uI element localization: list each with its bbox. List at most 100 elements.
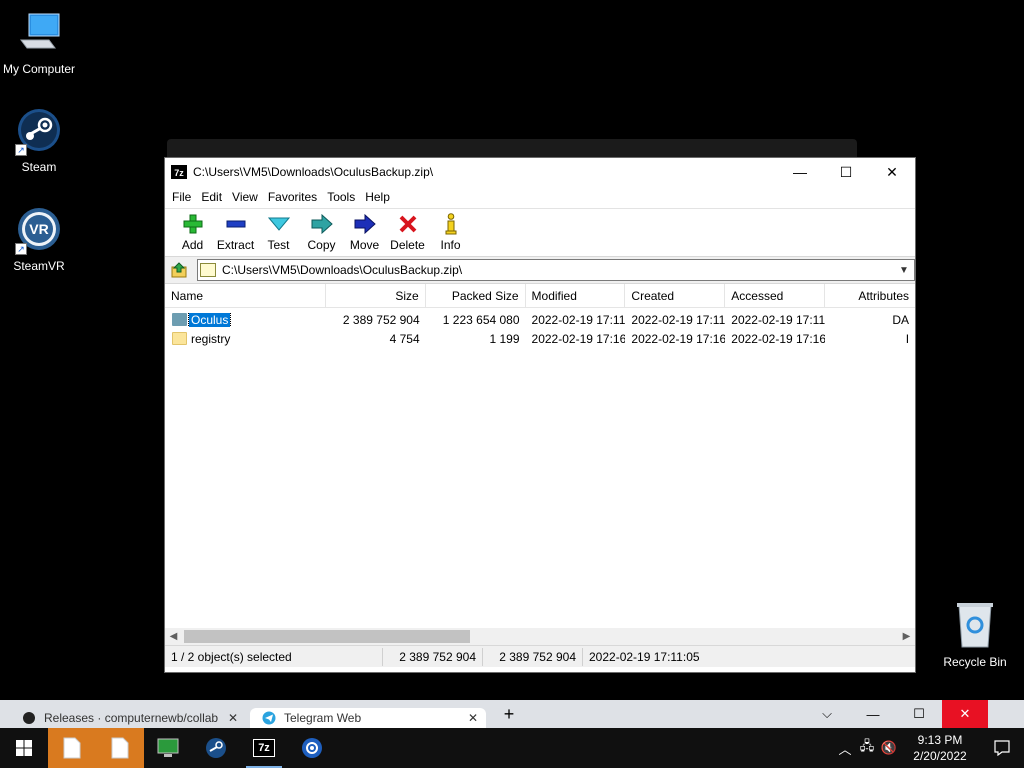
start-button[interactable]: [0, 728, 48, 768]
shortcut-arrow-icon: ↗: [15, 144, 27, 156]
close-tab-icon[interactable]: ✕: [228, 711, 238, 725]
menu-edit[interactable]: Edit: [196, 190, 227, 204]
menu-help[interactable]: Help: [360, 190, 395, 204]
file-manager-window: 7z C:\Users\VM5\Downloads\OculusBackup.z…: [164, 157, 916, 673]
item-created: 2022-02-19 17:11: [631, 312, 726, 327]
new-tab-button[interactable]: +: [494, 700, 524, 728]
delete-button[interactable]: Delete: [386, 213, 429, 252]
desktop-icon-steamvr[interactable]: VR ↗ SteamVR: [0, 207, 78, 273]
list-item[interactable]: Oculus 2 389 752 904 1 223 654 080 2022-…: [165, 310, 915, 329]
move-arrow-icon: [343, 213, 386, 235]
menu-favorites[interactable]: Favorites: [263, 190, 322, 204]
taskbar-document-app-2[interactable]: [96, 728, 144, 768]
desktop-icon-steam[interactable]: ↗ Steam: [0, 108, 78, 174]
check-chevron-icon: [257, 213, 300, 235]
plus-icon: [171, 213, 214, 235]
monitor-icon: [157, 738, 179, 757]
address-input[interactable]: C:\Users\VM5\Downloads\OculusBackup.zip\…: [197, 259, 915, 281]
menu-bar: File Edit View Favorites Tools Help: [165, 186, 915, 208]
column-modified[interactable]: Modified: [526, 284, 626, 308]
column-name[interactable]: Name: [165, 284, 326, 308]
copy-label: Copy: [307, 238, 336, 252]
desktop-icon-label: Recycle Bin: [943, 655, 1007, 669]
scroll-right-arrow[interactable]: ▶: [898, 631, 915, 642]
up-folder-button[interactable]: [169, 260, 189, 280]
close-button[interactable]: ✕: [869, 158, 915, 186]
copy-button[interactable]: Copy: [300, 213, 343, 252]
status-date: 2022-02-19 17:11:05: [589, 649, 700, 664]
add-button[interactable]: Add: [171, 213, 214, 252]
info-button[interactable]: Info: [429, 213, 472, 252]
scroll-thumb[interactable]: [184, 630, 470, 643]
column-accessed[interactable]: Accessed: [725, 284, 826, 308]
browser-tab[interactable]: Releases · computernewb/collab ✕: [10, 708, 246, 728]
item-packed-size: 1 223 654 080: [442, 312, 520, 327]
browser-tab-active[interactable]: Telegram Web ✕: [250, 708, 486, 728]
item-name: registry: [191, 331, 231, 346]
notifications-button[interactable]: [980, 728, 1024, 768]
svg-text:VR: VR: [29, 221, 48, 237]
address-bar: C:\Users\VM5\Downloads\OculusBackup.zip\…: [165, 256, 915, 284]
column-created[interactable]: Created: [625, 284, 726, 308]
desktop: My Computer ↗ Steam VR ↗ SteamVR Recycle…: [0, 0, 1024, 768]
status-size: 2 389 752 904: [383, 647, 483, 666]
delete-x-icon: [386, 213, 429, 235]
browser-minimize-button[interactable]: —: [850, 700, 896, 728]
taskbar-steam[interactable]: [192, 728, 240, 768]
column-packed-size[interactable]: Packed Size: [426, 284, 526, 308]
desktop-icon-recycle-bin[interactable]: Recycle Bin: [936, 603, 1014, 669]
menu-file[interactable]: File: [167, 190, 196, 204]
notification-icon: [994, 740, 1010, 756]
item-attributes: DA: [892, 312, 910, 327]
maximize-button[interactable]: ☐: [823, 158, 869, 186]
scroll-left-arrow[interactable]: ◀: [165, 631, 182, 642]
column-header-row: Name Size Packed Size Modified Created A…: [165, 284, 915, 308]
horizontal-scrollbar[interactable]: ◀ ▶: [165, 628, 915, 645]
test-button[interactable]: Test: [257, 213, 300, 252]
volume-muted-icon[interactable]: 🔇: [878, 740, 900, 756]
close-tab-icon[interactable]: ✕: [468, 711, 478, 725]
title-bar[interactable]: 7z C:\Users\VM5\Downloads\OculusBackup.z…: [165, 158, 915, 186]
7zip-app-icon: 7z: [253, 739, 275, 757]
scroll-track[interactable]: [182, 630, 898, 643]
extract-button[interactable]: Extract: [214, 213, 257, 252]
column-size[interactable]: Size: [326, 284, 426, 308]
list-item[interactable]: registry 4 754 1 199 2022-02-19 17:16 20…: [165, 329, 915, 348]
gear-icon: [302, 738, 322, 758]
chevron-down-icon[interactable]: ⌵: [804, 700, 850, 728]
taskbar-7zip[interactable]: 7z: [240, 728, 288, 768]
column-attributes[interactable]: Attributes: [825, 284, 915, 308]
taskbar-settings[interactable]: [288, 728, 336, 768]
info-icon: [429, 213, 472, 235]
clock[interactable]: 9:13 PM 2/20/2022: [900, 732, 980, 764]
desktop-icon-label: Steam: [21, 160, 57, 174]
copy-arrow-icon: [300, 213, 343, 235]
taskbar-document-app-1[interactable]: [48, 728, 96, 768]
item-accessed: 2022-02-19 17:16: [731, 331, 826, 346]
steam-icon: [206, 738, 226, 758]
address-text: C:\Users\VM5\Downloads\OculusBackup.zip\: [222, 263, 463, 277]
menu-view[interactable]: View: [227, 190, 263, 204]
item-size: 4 754: [389, 331, 420, 346]
chevron-up-icon[interactable]: ︿: [834, 739, 856, 758]
taskbar: 7z ︿ 🖧 🔇 9:13 PM 2/20/2022: [0, 728, 1024, 768]
folder-icon: [172, 313, 187, 326]
test-label: Test: [267, 238, 290, 252]
chevron-down-icon[interactable]: ▼: [894, 265, 914, 276]
desktop-icon-label: My Computer: [2, 62, 76, 76]
menu-tools[interactable]: Tools: [322, 190, 360, 204]
clock-date: 2/20/2022: [913, 749, 967, 763]
minimize-button[interactable]: —: [777, 158, 823, 186]
status-packed-size: 2 389 752 904: [483, 647, 583, 666]
desktop-icon-my-computer[interactable]: My Computer: [0, 10, 78, 76]
network-icon[interactable]: 🖧: [856, 737, 878, 759]
item-name-cell: Oculus: [165, 312, 326, 327]
folder-icon: [172, 332, 187, 345]
move-button[interactable]: Move: [343, 213, 386, 252]
browser-maximize-button[interactable]: ☐: [896, 700, 942, 728]
taskbar-monitor-app[interactable]: [144, 728, 192, 768]
desktop-icon-label: SteamVR: [13, 259, 65, 273]
browser-close-button[interactable]: ✕: [942, 700, 988, 728]
item-modified: 2022-02-19 17:16: [531, 331, 626, 346]
7zip-app-icon: 7z: [171, 165, 187, 179]
